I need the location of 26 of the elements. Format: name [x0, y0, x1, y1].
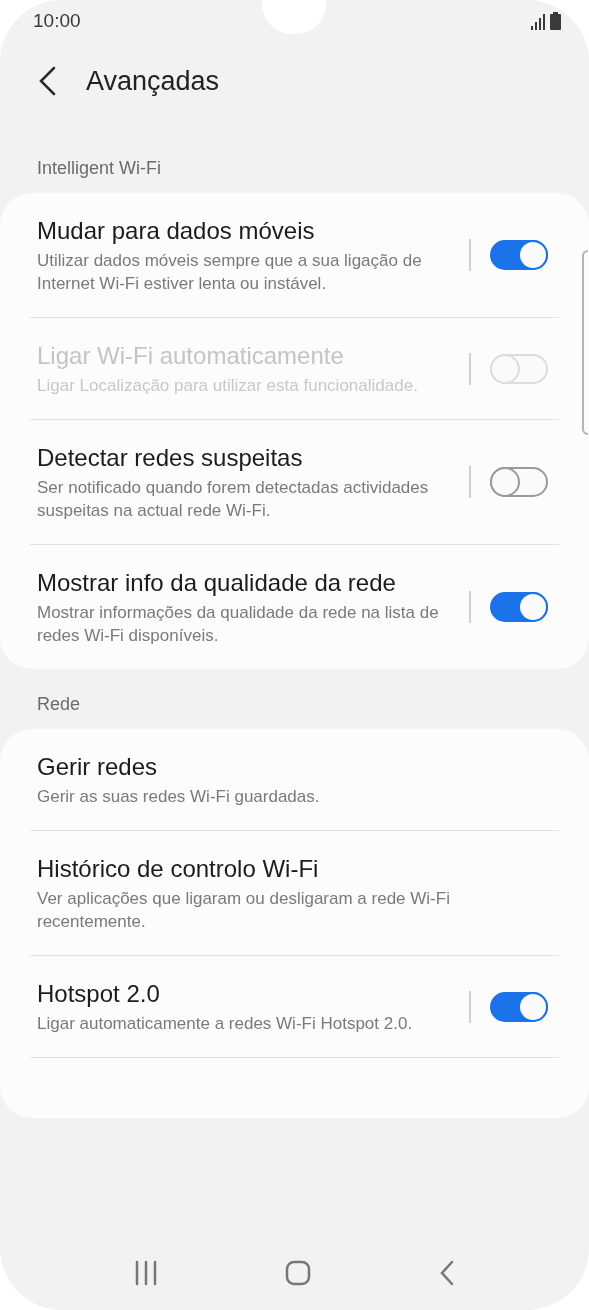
- setting-title: Gerir redes: [37, 752, 159, 782]
- section-header: Rede: [36, 693, 82, 716]
- battery-icon: [550, 12, 561, 30]
- signal-icon: [531, 14, 546, 30]
- setting-description: Utilizar dados móveis sempre que a sua ligação de Internet Wi-Fi estiver lenta ou instável.: [37, 250, 423, 295]
- setting-title: Mostrar info da qualidade da rede: [37, 568, 397, 598]
- page-title: Avançadas: [86, 64, 220, 98]
- setting-description: Ligar automaticamente a redes Wi-Fi Hotspot 2.0.: [37, 1013, 414, 1035]
- recent-apps-icon[interactable]: [133, 1259, 158, 1286]
- toggle-switch[interactable]: [490, 467, 548, 497]
- toggle-switch[interactable]: [490, 991, 548, 1022]
- status-time: 10:00: [33, 8, 81, 33]
- section-header: Intelligent Wi-Fi: [36, 157, 163, 180]
- setting-title: Hotspot 2.0: [37, 979, 161, 1009]
- setting-title: Mudar para dados móveis: [37, 216, 316, 246]
- setting-title: Detectar redes suspeitas: [37, 443, 304, 473]
- setting-title: Ligar Wi-Fi automaticamente: [37, 341, 345, 371]
- setting-description: Gerir as suas redes Wi-Fi guardadas.: [37, 786, 321, 808]
- back-icon[interactable]: [439, 1259, 456, 1286]
- home-icon[interactable]: [285, 1259, 312, 1286]
- toggle-switch[interactable]: [490, 592, 548, 622]
- setting-description: Mostrar informações da qualidade da rede na lista de redes Wi-Fi disponíveis.: [37, 602, 440, 647]
- setting-description: Ser notificado quando forem detectadas actividades suspeitas na actual rede Wi-Fi.: [37, 477, 430, 522]
- setting-description: Ver aplicações que ligaram ou desligaram a rede Wi-Fi recentemente.: [37, 888, 451, 933]
- toggle-switch[interactable]: [490, 240, 548, 270]
- setting-title: Histórico de controlo Wi-Fi: [37, 854, 320, 884]
